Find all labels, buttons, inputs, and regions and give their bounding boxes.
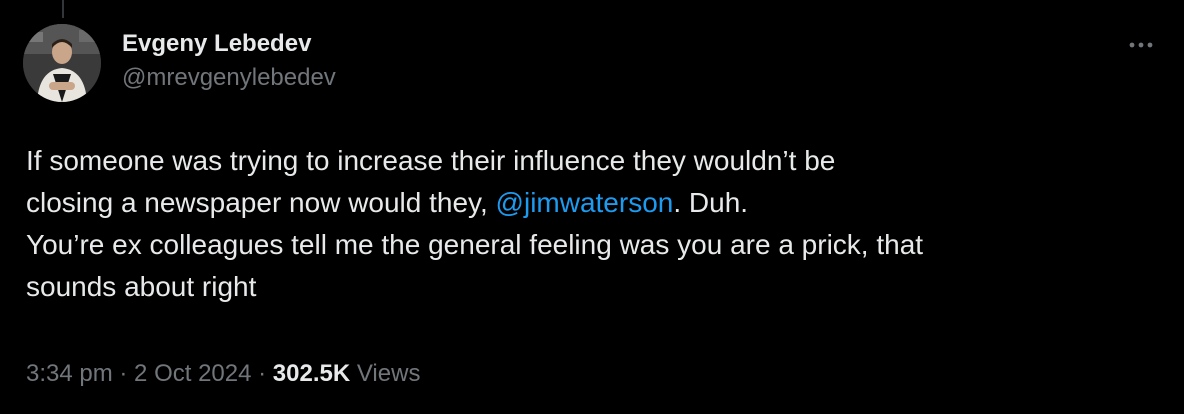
more-horizontal-icon bbox=[1129, 42, 1153, 48]
mention-link[interactable]: @jimwaterson bbox=[496, 187, 674, 218]
author-block: Evgeny Lebedev @mrevgenylebedev bbox=[122, 28, 336, 94]
tweet-text-line: closing a newspaper now would they, @jim… bbox=[26, 182, 1166, 224]
views-label[interactable]: Views bbox=[350, 360, 421, 387]
tweet-text-line: You’re ex colleagues tell me the general… bbox=[26, 229, 924, 260]
meta-separator: · bbox=[112, 360, 135, 387]
meta-separator: · bbox=[251, 360, 273, 387]
thread-connector-line bbox=[62, 0, 64, 18]
profile-photo-icon bbox=[23, 24, 101, 102]
tweet-text-segment: . Duh. bbox=[673, 187, 749, 218]
tweet-text: If someone was trying to increase their … bbox=[26, 140, 1166, 308]
tweet-meta: 3:34 pm · 2 Oct 2024 · 302.5K Views bbox=[26, 358, 420, 390]
tweet-text-line: If someone was trying to increase their … bbox=[26, 145, 836, 176]
more-options-button[interactable] bbox=[1124, 30, 1158, 60]
author-handle[interactable]: @mrevgenylebedev bbox=[122, 62, 336, 94]
author-display-name[interactable]: Evgeny Lebedev bbox=[122, 28, 336, 60]
views-count[interactable]: 302.5K bbox=[273, 360, 350, 387]
tweet-time[interactable]: 3:34 pm bbox=[26, 360, 113, 387]
tweet-text-segment: closing a newspaper now would they, bbox=[26, 187, 496, 218]
avatar[interactable] bbox=[23, 24, 101, 102]
tweet-text-line: sounds about right bbox=[26, 271, 257, 302]
tweet-date[interactable]: 2 Oct 2024 bbox=[134, 360, 251, 387]
